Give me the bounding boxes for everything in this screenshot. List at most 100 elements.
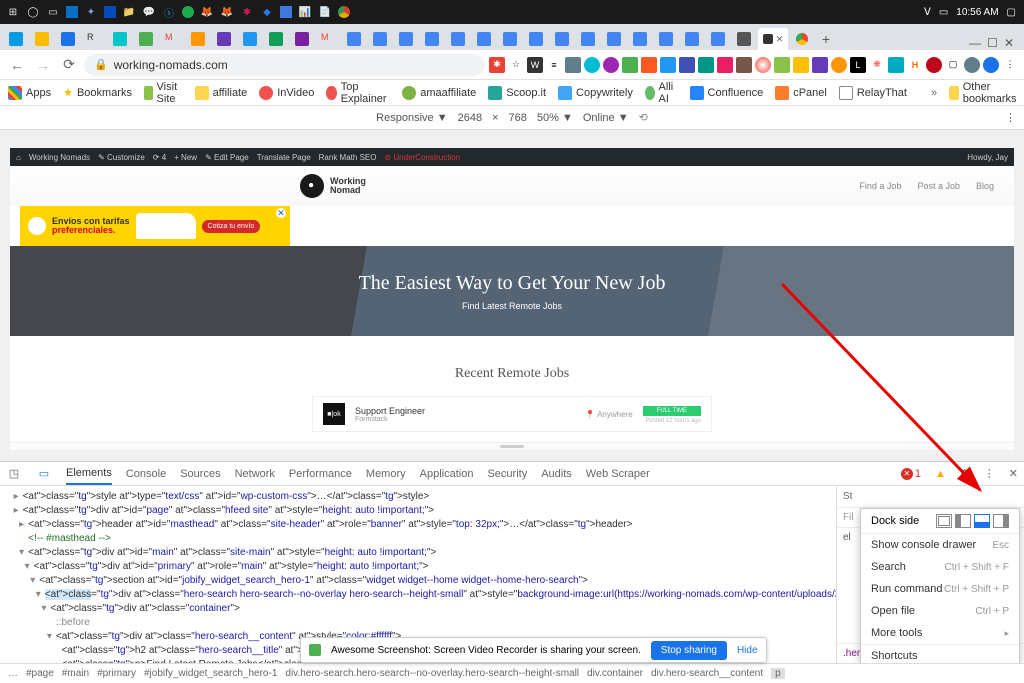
devtools-settings-icon[interactable]: ⚙ — [960, 467, 970, 480]
pinned-tab[interactable] — [264, 28, 288, 50]
app-icon[interactable]: ✱ — [240, 5, 254, 19]
bookmark-item[interactable]: affiliate — [195, 86, 248, 100]
app-icon[interactable] — [104, 6, 116, 18]
window-minimize[interactable]: — — [969, 36, 981, 50]
pinned-tab[interactable] — [394, 28, 418, 50]
dock-undock[interactable] — [936, 514, 952, 528]
site-logo[interactable]: WorkingNomad — [300, 174, 366, 198]
omnibox[interactable]: 🔒 working-nomads.com — [84, 54, 485, 76]
app-icon[interactable]: 📄 — [318, 5, 332, 19]
notifications-icon[interactable]: ▢ — [1007, 7, 1016, 18]
pinned-tab[interactable] — [420, 28, 444, 50]
pinned-tab[interactable] — [790, 28, 814, 50]
bookmark-item[interactable]: Alli AI — [645, 81, 678, 105]
reload-button[interactable]: ⟳ — [58, 54, 80, 76]
viewport-height[interactable]: 768 — [509, 112, 527, 124]
bookmark-item[interactable]: Copywritely — [558, 86, 633, 100]
devtools-tab[interactable]: Web Scraper — [586, 464, 650, 484]
pinned-tab[interactable] — [550, 28, 574, 50]
ext-icon[interactable] — [964, 57, 980, 73]
devtools-tab[interactable]: Console — [126, 464, 166, 484]
app-icon[interactable]: ◆ — [260, 5, 274, 19]
bookmark-item[interactable]: cPanel — [775, 86, 827, 100]
bookmark-item[interactable]: Top Explainer — [326, 81, 390, 105]
bookmark-item[interactable]: Confluence — [690, 86, 764, 100]
ext-icon[interactable]: H — [907, 57, 923, 73]
cortana-icon[interactable]: ◯ — [26, 5, 40, 19]
bookmark-item[interactable]: Scoop.it — [488, 86, 546, 100]
pinned-tab[interactable] — [706, 28, 730, 50]
pinned-tab[interactable] — [654, 28, 678, 50]
pinned-tab[interactable] — [446, 28, 470, 50]
ext-icon[interactable]: ☆ — [508, 57, 524, 73]
pinned-tab[interactable] — [342, 28, 366, 50]
device-toggle-icon[interactable]: ▭ — [36, 466, 52, 482]
element-style[interactable]: el — [843, 532, 851, 543]
ext-icon[interactable] — [926, 57, 942, 73]
pinned-tab[interactable] — [498, 28, 522, 50]
styles-tab[interactable]: St — [843, 491, 852, 502]
ext-icon[interactable] — [584, 57, 600, 73]
ext-icon[interactable] — [679, 57, 695, 73]
ext-icon[interactable]: ✱ — [489, 57, 505, 73]
pinned-tab[interactable] — [368, 28, 392, 50]
devtools-kebab-icon[interactable]: ⋮ — [984, 467, 995, 480]
ext-icon[interactable] — [812, 57, 828, 73]
devtools-tab[interactable]: Sources — [180, 464, 220, 484]
tray-chevron-icon[interactable]: ᐯ — [924, 7, 931, 18]
error-count[interactable]: ✕1 — [901, 468, 921, 480]
pinned-tab[interactable] — [680, 28, 704, 50]
rotate-icon[interactable]: ⟲ — [639, 111, 648, 124]
ext-icon[interactable] — [565, 57, 581, 73]
pinned-tab[interactable] — [602, 28, 626, 50]
ext-icon[interactable]: L — [850, 57, 866, 73]
apps-button[interactable]: Apps — [8, 86, 51, 100]
dock-menu-item[interactable]: SearchCtrl + Shift + F — [861, 556, 1019, 578]
ext-icon[interactable] — [736, 57, 752, 73]
devtools-close-icon[interactable]: ✕ — [1009, 467, 1018, 480]
ext-icon[interactable] — [793, 57, 809, 73]
ext-icon[interactable] — [641, 57, 657, 73]
ext-icon[interactable]: W — [527, 57, 543, 73]
bookmarks-overflow[interactable]: » — [931, 87, 937, 99]
dom-breadcrumb[interactable]: …#page#main#primary#jobify_widget_search… — [0, 663, 1024, 683]
app-icon[interactable]: 🦊 — [200, 5, 214, 19]
wp-admin-bar[interactable]: ⌂Working Nomads ✎ Customize⟳ 4 + New✎ Ed… — [10, 148, 1014, 166]
pinned-tab[interactable] — [212, 28, 236, 50]
win-start-icon[interactable]: ⊞ — [6, 5, 20, 19]
dock-left[interactable] — [955, 514, 971, 528]
pinned-tab[interactable] — [576, 28, 600, 50]
ext-icon[interactable] — [622, 57, 638, 73]
ext-icon[interactable] — [660, 57, 676, 73]
dock-menu-item[interactable]: Shortcuts — [861, 645, 1019, 663]
app-icon[interactable] — [66, 6, 78, 18]
ext-icon[interactable] — [831, 57, 847, 73]
pinned-tab[interactable] — [186, 28, 210, 50]
pinned-tab[interactable]: M — [160, 28, 184, 50]
devtools-tab[interactable]: Network — [235, 464, 275, 484]
app-icon[interactable] — [280, 6, 292, 18]
dock-menu-item[interactable]: Open fileCtrl + P — [861, 600, 1019, 622]
ad-banner[interactable]: Envíos con tarifaspreferenciales. Cotiza… — [20, 206, 290, 246]
pinned-tab[interactable] — [238, 28, 262, 50]
nav-link[interactable]: Find a Job — [859, 181, 901, 191]
app-icon[interactable]: ⓢ — [162, 5, 176, 19]
pinned-tab[interactable] — [472, 28, 496, 50]
ext-icon[interactable] — [717, 57, 733, 73]
ext-icon[interactable] — [698, 57, 714, 73]
chrome-icon[interactable] — [338, 6, 350, 18]
ext-icon[interactable] — [774, 57, 790, 73]
pinned-tab[interactable] — [4, 28, 28, 50]
battery-icon[interactable]: ▭ — [939, 7, 948, 18]
other-bookmarks[interactable]: Other bookmarks — [949, 81, 1021, 105]
nav-link[interactable]: Blog — [976, 181, 994, 191]
nav-link[interactable]: Post a Job — [917, 181, 960, 191]
ext-icon[interactable] — [603, 57, 619, 73]
hide-share-button[interactable]: Hide — [737, 645, 758, 656]
back-button[interactable]: ← — [6, 54, 28, 76]
app-icon[interactable]: 🦊 — [220, 5, 234, 19]
pinned-tab[interactable] — [56, 28, 80, 50]
responsive-kebab-icon[interactable]: ⋮ — [1005, 111, 1016, 124]
throttle-select[interactable]: Online ▼ — [583, 112, 629, 124]
window-maximize[interactable]: ☐ — [987, 36, 998, 50]
